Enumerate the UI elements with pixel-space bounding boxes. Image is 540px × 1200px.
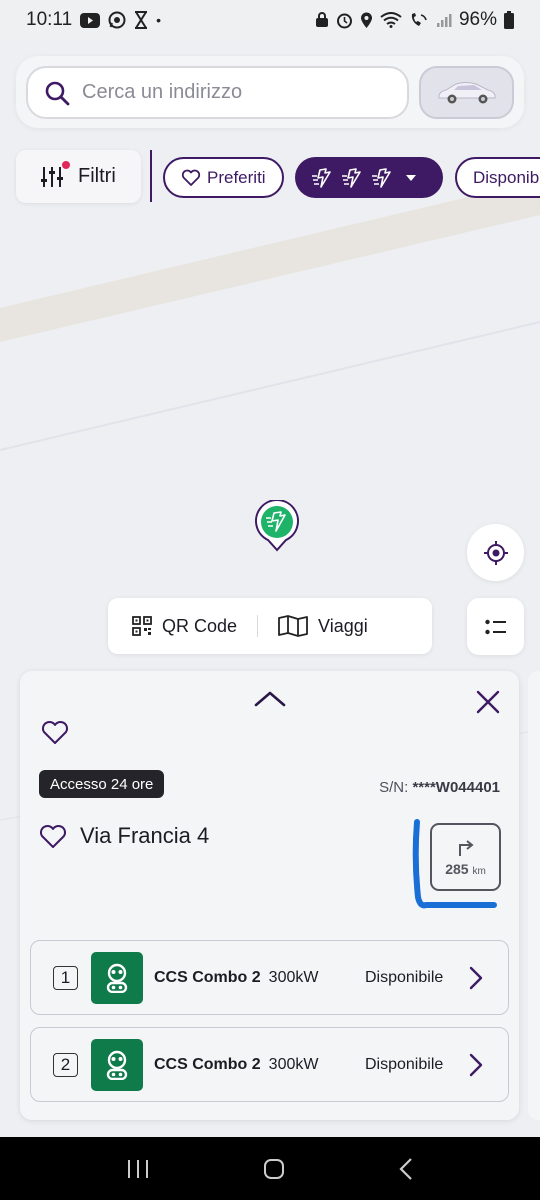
- charging-station-pin-icon: [255, 499, 299, 552]
- connector-type: CCS Combo 2: [154, 1055, 261, 1073]
- dot-icon: •: [156, 12, 162, 28]
- quick-actions-bar: QR Code Viaggi: [108, 598, 432, 654]
- serial-value: ****W044401: [412, 779, 500, 796]
- system-nav-bar: [0, 1137, 540, 1200]
- fast-charge-icon: [312, 167, 331, 188]
- access-hours-badge: Accesso 24 ore: [39, 770, 165, 798]
- trips-button[interactable]: Viaggi: [278, 615, 368, 637]
- next-station-card-peek[interactable]: [528, 671, 540, 1120]
- my-location-button[interactable]: [467, 524, 524, 581]
- car-icon: [437, 81, 496, 103]
- connector-power: 300kW: [268, 1055, 319, 1073]
- signal-icon: [436, 14, 452, 27]
- hourglass-icon: [135, 11, 148, 29]
- fast-charge-icon: [372, 167, 391, 188]
- station-address: Via Francia 4: [80, 823, 210, 848]
- available-label: Disponibi: [473, 167, 540, 187]
- filters-label: Filtri: [78, 165, 116, 187]
- chevron-right-icon: [469, 966, 483, 990]
- battery-percent: 96%: [458, 9, 497, 30]
- search-icon: [45, 81, 70, 105]
- actions-divider: [257, 615, 259, 637]
- favorite-station-icon[interactable]: [38, 824, 68, 850]
- battery-icon: [504, 11, 514, 29]
- youtube-icon: [80, 12, 101, 28]
- search-bar[interactable]: [26, 66, 409, 119]
- chevron-up-icon[interactable]: [253, 689, 287, 709]
- distance-value: 285 km: [445, 861, 486, 877]
- wifi-icon: [380, 12, 402, 28]
- recent-apps-icon[interactable]: [126, 1159, 150, 1179]
- qr-code-button[interactable]: QR Code: [132, 616, 237, 637]
- connector-status: Disponibile: [365, 968, 444, 986]
- lock-icon: [315, 12, 328, 27]
- whatsapp-icon: [108, 11, 126, 29]
- close-icon[interactable]: [475, 689, 501, 715]
- serial-prefix: S/N:: [379, 779, 413, 796]
- connector-number: 1: [53, 965, 78, 990]
- connector-row[interactable]: 1 CCS Combo 2 300kW Disponibile: [30, 940, 509, 1015]
- heart-outline-icon[interactable]: [40, 720, 70, 746]
- favorites-chip[interactable]: Preferiti: [163, 157, 284, 198]
- map-icon: [278, 615, 308, 637]
- directions-button[interactable]: 285 km: [430, 823, 501, 891]
- turn-right-icon: [458, 840, 474, 856]
- qr-code-icon: [132, 616, 152, 636]
- connector-number: 2: [53, 1052, 78, 1077]
- heart-icon: [181, 169, 201, 186]
- location-icon: [360, 12, 372, 28]
- search-input[interactable]: [82, 81, 382, 104]
- trips-label: Viaggi: [318, 615, 368, 636]
- serial-number: S/N: ****W044401: [379, 779, 500, 796]
- list-icon: [484, 619, 506, 634]
- home-icon[interactable]: [262, 1157, 286, 1181]
- filter-divider: [150, 150, 152, 202]
- filters-button[interactable]: Filtri: [16, 150, 141, 203]
- available-chip[interactable]: Disponibi: [455, 157, 540, 198]
- filters-icon: [40, 160, 70, 189]
- status-bar: 10:11 • 96%: [0, 0, 540, 40]
- station-detail-panel: Accesso 24 ore S/N: ****W044401 Via Fran…: [20, 671, 519, 1120]
- charging-speed-chip[interactable]: [295, 157, 443, 198]
- alarm-icon: [336, 13, 352, 28]
- caret-down-icon: [406, 174, 416, 181]
- station-map-pin[interactable]: [254, 499, 300, 557]
- filters-active-dot: [62, 160, 70, 169]
- ccs-plug-icon: [91, 951, 143, 1004]
- connector-power: 300kW: [268, 968, 319, 986]
- ccs-plug-icon: [91, 1038, 143, 1091]
- chevron-right-icon: [469, 1053, 483, 1077]
- qr-code-label: QR Code: [162, 615, 238, 636]
- connector-row[interactable]: 2 CCS Combo 2 300kW Disponibile: [30, 1027, 509, 1102]
- search-container: [16, 56, 524, 128]
- favorites-label: Preferiti: [207, 167, 266, 187]
- crosshair-icon: [483, 540, 508, 565]
- connector-status: Disponibile: [365, 1055, 444, 1073]
- back-icon[interactable]: [398, 1157, 414, 1181]
- connector-type: CCS Combo 2: [154, 968, 261, 986]
- status-time: 10:11: [26, 9, 73, 30]
- vehicle-button[interactable]: [419, 66, 514, 119]
- wifi-calling-icon: [411, 13, 427, 26]
- fast-charge-icon: [342, 167, 361, 188]
- list-view-button[interactable]: [467, 598, 524, 655]
